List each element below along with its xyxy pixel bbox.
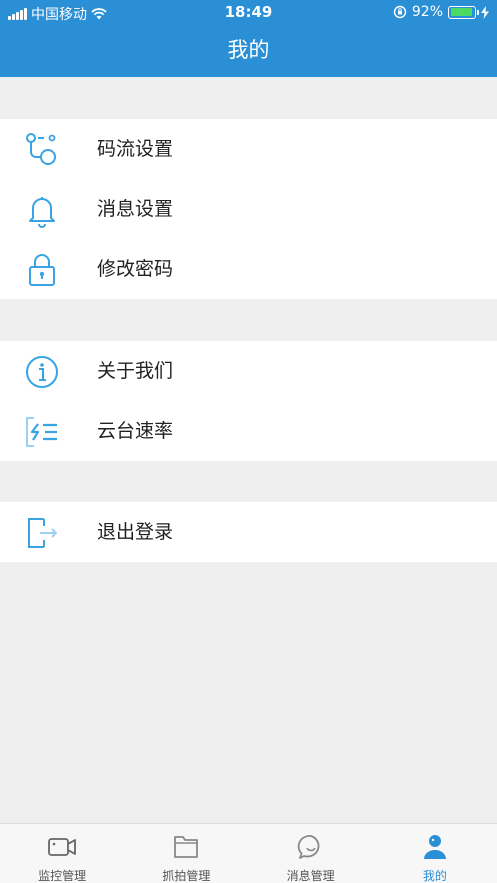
settings-group-1: 码流设置 消息设置 修改密码 (0, 119, 497, 299)
ptz-speed-icon (26, 417, 57, 447)
chat-icon (297, 835, 320, 859)
menu-item-ptz-speed[interactable]: 云台速率 (0, 401, 497, 461)
menu-item-label: 关于我们 (97, 360, 174, 382)
tab-label: 抓拍管理 (162, 869, 211, 883)
settings-group-2: 关于我们 云台速率 (0, 341, 497, 461)
menu-item-label: 修改密码 (97, 258, 174, 280)
tab-label: 消息管理 (286, 869, 335, 883)
battery-icon (448, 5, 479, 19)
menu-item-label: 退出登录 (97, 521, 174, 543)
menu-item-message-settings[interactable]: 消息设置 (0, 179, 497, 239)
info-icon (26, 356, 58, 388)
tab-monitor[interactable]: 监控管理 (0, 824, 124, 883)
stream-settings-icon (26, 133, 56, 165)
menu-item-label: 码流设置 (97, 138, 174, 160)
menu-item-label: 消息设置 (97, 198, 174, 220)
camera-icon (48, 838, 77, 856)
folder-icon (174, 836, 199, 858)
menu-item-logout[interactable]: 退出登录 (0, 502, 497, 562)
logout-icon (28, 518, 58, 548)
tab-mine[interactable]: 我的 (373, 824, 497, 883)
tab-snapshot[interactable]: 抓拍管理 (124, 824, 248, 883)
menu-item-about-us[interactable]: 关于我们 (0, 341, 497, 401)
status-bar: 中国移动 18:49 92% (0, 0, 497, 26)
page-title: 我的 (227, 38, 270, 62)
settings-group-3: 退出登录 (0, 502, 497, 562)
menu-item-label: 云台速率 (97, 420, 174, 442)
tab-label: 我的 (422, 869, 447, 883)
user-icon (423, 835, 446, 859)
tab-bar: 监控管理 抓拍管理 消息管理 我的 (0, 823, 497, 883)
charging-icon (481, 5, 489, 19)
menu-item-change-password[interactable]: 修改密码 (0, 239, 497, 299)
header: 中国移动 18:49 92% 我的 (0, 0, 497, 77)
tab-messages[interactable]: 消息管理 (249, 824, 373, 883)
tab-label: 监控管理 (38, 869, 87, 883)
lock-icon (29, 254, 55, 286)
orientation-lock-icon (393, 5, 407, 19)
bell-icon (29, 197, 55, 228)
menu-item-stream-settings[interactable]: 码流设置 (0, 119, 497, 179)
battery-percent: 92% (411, 4, 443, 20)
